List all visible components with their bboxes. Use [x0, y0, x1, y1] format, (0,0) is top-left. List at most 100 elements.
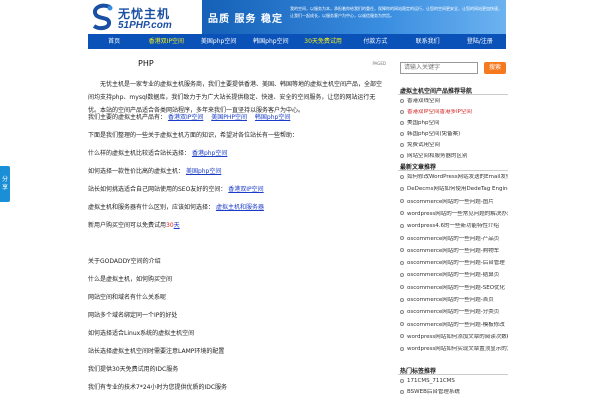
sidebar-link[interactable]: 香港双IP空间香港多IP空间 [400, 109, 508, 116]
sidebar-link[interactable]: 美国php空间 [400, 120, 508, 127]
article-line: 虚拟主机和服务器有什么区别，应该如何选择： 虚拟主机和服务器 [88, 204, 264, 211]
site-header: 无忧主机 51PHP.com 品质 服务 稳定 我的空间，以服务为本，承担着你给… [88, 0, 506, 34]
bullet-icon [400, 211, 404, 216]
sidebar-link[interactable]: oscommerce网站的一些问题-后台管理 [400, 260, 508, 267]
sidebar-link[interactable]: oscommerce网站的一些问题-SEO优化 [400, 285, 508, 292]
nav-item[interactable]: 香港双IP空间 [140, 34, 192, 49]
article-line[interactable]: 新用户购买空间可以免费试用30天 [88, 220, 180, 229]
header-banner: 品质 服务 稳定 我的空间，以服务为本，承担着你给我们的重任，保障你的网站稳定的… [202, 0, 506, 34]
sidebar-link-label: oscommerce网站的一些问题-结算页 [407, 272, 500, 279]
article-link[interactable]: 香港php空间 [192, 150, 227, 157]
sidebar-link[interactable]: 如何修改WordPress网站发送的Email发件人名称 [400, 174, 508, 181]
nav-item[interactable]: 付款方式 [349, 34, 401, 49]
nav-item[interactable]: 美国php空间 [193, 34, 245, 49]
nav-item[interactable]: 首页 [88, 34, 140, 49]
article-line: 什么样的虚拟主机比较适合站长选择： 香港php空间 [88, 150, 228, 157]
article-line: 网站多个域名绑定同一个IP的好处 [88, 312, 178, 319]
sidebar-link-label: DeDecms网站如何使用DedeTag Engine Create File … [407, 186, 508, 193]
sidebar-link[interactable]: oscommerce网站的一些问题-分类页 [400, 309, 508, 316]
main-nav: 首页 香港双IP空间 美国php空间 韩国php空间 30天免费试用 付款方式 联系我们 登陆… [88, 34, 506, 49]
share-button[interactable]: 分享 [0, 166, 10, 202]
article-meta: PAGED [372, 61, 386, 66]
sidebar-link-label: oscommerce网站的一些问题-后台管理 [407, 260, 505, 267]
sidebar-link-label: 韩国php空间(免备案) [407, 131, 461, 137]
swirl-logo-icon [92, 3, 113, 31]
bullet-icon [400, 378, 404, 383]
article-link[interactable]: 虚拟主机和服务器 [216, 204, 264, 211]
search-input[interactable] [400, 62, 478, 74]
logo-domain: 51PHP.com [118, 20, 172, 31]
nav-item[interactable]: 联系我们 [402, 34, 454, 49]
sidebar-link-label: oscommerce网站的一些问题-分类页 [407, 309, 500, 316]
sidebar-link[interactable]: 网站空间和服务器的区别 [400, 153, 508, 160]
sidebar-link[interactable]: 免费试用空间 [400, 142, 508, 149]
article-line: 下面是我们整理的一些关于虚拟主机方面的知识，希望对各位站长有一些帮助： [88, 132, 299, 139]
bullet-icon [400, 236, 404, 240]
article-link[interactable]: 香港双IP空间 [168, 114, 203, 121]
sidebar-link[interactable]: BSWEB后台管理系统 [400, 389, 508, 396]
sidebar-link-label: oscommerce网站的一些问题-首页 [407, 297, 494, 303]
sidebar-link-label: 如何修改WordPress网站发送的Email发件人名称 [407, 174, 508, 180]
bullet-icon [400, 199, 404, 204]
article-line: 什么是虚拟主机，如何购买空间 [88, 276, 173, 283]
bullet-icon [400, 153, 404, 158]
nav-item[interactable]: 30天免费试用 [297, 34, 349, 49]
divider [398, 170, 508, 171]
sidebar-link[interactable]: DeDecms网站如何使用DedeTag Engine Create File … [400, 186, 508, 193]
article-link[interactable]: 香港双IP空间 [228, 186, 263, 193]
sidebar-link-label: oscommerce网站的一些问题-SEO优化 [407, 284, 506, 291]
sidebar-link-label: wordpress网站如何添加文章的阅读次数统计 [407, 333, 508, 340]
sidebar-link[interactable]: oscommerce网站的一些问题-图片 [400, 199, 508, 206]
bullet-icon [400, 142, 404, 147]
bullet-icon [400, 346, 404, 351]
sidebar-link-label: oscommerce网站的一些问题-购物车 [407, 247, 500, 254]
site-logo[interactable]: 无忧主机 51PHP.com [88, 2, 198, 32]
sidebar-link-label: 免费试用空间 [407, 142, 441, 148]
sidebar-link[interactable]: wordpress网站的一些常见问题的解决办法 [400, 211, 508, 218]
article-line: 关于GODADDY空间的介绍 [88, 258, 161, 265]
nav-item[interactable]: 登陆/注册 [454, 34, 506, 49]
sidebar-link[interactable]: 香港双线空间 [400, 98, 508, 105]
bullet-icon [400, 285, 404, 290]
bullet-icon [400, 322, 404, 327]
sidebar-link-label: oscommerce网站的一些问题-模板修改 [407, 321, 505, 328]
article-link[interactable]: 韩国php空间 [255, 114, 290, 121]
sidebar-link[interactable]: oscommerce网站的一些问题-购物车 [400, 248, 508, 255]
sidebar-link-label: wordpress网站如何实现文章置顶显示的方法介绍 [407, 346, 508, 353]
bullet-icon [400, 120, 404, 125]
sidebar-link-label: wordpress4.6的一些新功能特性介绍 [407, 223, 500, 230]
sidebar-link[interactable]: wordpress网站如何添加文章的阅读次数统计 [400, 334, 508, 341]
article-line: 我们提供30天免费试用的IDC服务 [88, 366, 179, 373]
sidebar-link[interactable]: oscommerce网站的一些问题-首页 [400, 297, 508, 304]
sidebar-link-label: 香港双线空间 [407, 98, 441, 104]
sidebar-link-label: wordpress网站的一些常见问题的解决办法 [407, 210, 508, 217]
sidebar-link[interactable]: oscommerce网站的一些问题-产品页 [400, 236, 508, 243]
bullet-icon [400, 389, 404, 394]
bullet-icon [400, 309, 404, 314]
nav-item[interactable]: 韩国php空间 [245, 34, 297, 49]
banner-description: 我的空间，以服务为本，承担着你给我们的重任，保障你的网站稳定的运行，让您的空间更… [290, 6, 502, 18]
bullet-icon [400, 248, 404, 253]
sidebar-link[interactable]: oscommerce网站的一些问题-模板修改 [400, 322, 508, 329]
sidebar-link-label: 171CMS_711CMS [407, 378, 455, 384]
article-line: 如何选择一款性价比高的虚拟主机： 美国php空间 [88, 168, 222, 175]
sidebar-link-label: oscommerce网站的一些问题-产品页 [407, 235, 500, 242]
sidebar-link[interactable]: oscommerce网站的一些问题-结算页 [400, 272, 508, 279]
article-link[interactable]: 美国PHP空间 [211, 114, 247, 121]
bullet-icon [400, 174, 404, 179]
banner-slogan: 品质 服务 稳定 [208, 14, 283, 25]
sidebar-link-label: 网站空间和服务器的区别 [407, 153, 468, 159]
article-line: 如何选择适合Linux系统的虚拟主机空间 [88, 330, 195, 337]
sidebar-link[interactable]: 韩国php空间(免备案) [400, 131, 508, 138]
divider [398, 374, 508, 375]
article-line: 我们主要的虚拟主机产品有： 香港双IP空间 美国PHP空间 韩国php空间 [88, 114, 291, 121]
search-button[interactable]: 搜索 [484, 62, 506, 74]
sidebar-link[interactable]: wordpress网站如何实现文章置顶显示的方法介绍 [400, 346, 508, 353]
bullet-icon [400, 109, 404, 114]
bullet-icon [400, 131, 404, 136]
sidebar-link[interactable]: 171CMS_711CMS [400, 378, 508, 385]
sidebar-link-label: 美国php空间 [407, 120, 440, 126]
sidebar-link[interactable]: wordpress4.6的一些新功能特性介绍 [400, 223, 508, 230]
article-link[interactable]: 美国php空间 [186, 168, 221, 175]
bullet-icon [400, 260, 404, 265]
